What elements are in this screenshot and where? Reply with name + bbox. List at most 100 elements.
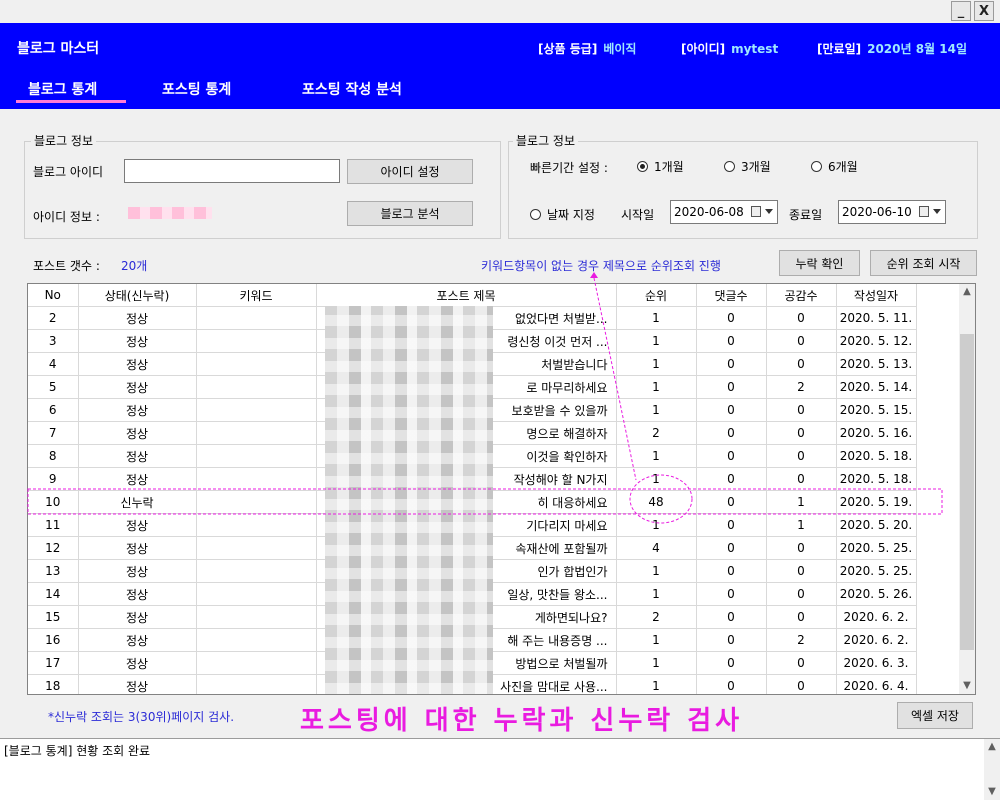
table-row[interactable]: 15 정상 게하면되나요? 2 0 0 2020. 6. 2.: [28, 605, 917, 629]
scroll-thumb[interactable]: [960, 334, 974, 650]
table-row[interactable]: 4 정상 처벌받습니다 1 0 0 2020. 5. 13.: [28, 352, 917, 376]
table-row[interactable]: 18 정상 사진을 맘대로 사용... 1 0 0 2020. 6. 4.: [28, 674, 917, 694]
user-id-value: mytest: [731, 42, 779, 56]
tab-posting-analysis[interactable]: 포스팅 작성 분석: [302, 79, 402, 99]
cell-status: 정상: [78, 329, 197, 353]
table-row[interactable]: 5 정상 로 마무리하세요 1 0 2 2020. 5. 14.: [28, 375, 917, 399]
cell-likes: 0: [766, 559, 837, 583]
log-scrollbar[interactable]: ▲ ▼: [984, 739, 1000, 800]
radio-date-range[interactable]: 날짜 지정: [530, 206, 595, 223]
table-row[interactable]: 14 정상 일상, 맛찬들 왕소... 1 0 0 2020. 5. 26.: [28, 582, 917, 606]
cell-title: 일상, 맛찬들 왕소...: [316, 582, 617, 606]
cell-date: 2020. 5. 16.: [836, 421, 917, 445]
period-group: [508, 141, 978, 239]
app-title: 블로그 마스터: [17, 41, 100, 57]
cell-comments: 0: [696, 444, 767, 468]
log-text: [블로그 통계] 현황 조회 완료: [4, 744, 151, 758]
table-row[interactable]: 9 정상 작성해야 할 N가지 1 0 0 2020. 5. 18.: [28, 467, 917, 491]
cell-no: 9: [28, 467, 79, 491]
log-box[interactable]: [블로그 통계] 현황 조회 완료 ▲ ▼: [0, 738, 1000, 800]
cell-likes: 0: [766, 651, 837, 675]
column-header[interactable]: No: [28, 284, 79, 307]
scroll-down-icon[interactable]: ▼: [984, 784, 1000, 800]
table-row[interactable]: 6 정상 보호받을 수 있을까 1 0 0 2020. 5. 15.: [28, 398, 917, 422]
column-header[interactable]: 작성일자: [836, 284, 917, 307]
cell-no: 12: [28, 536, 79, 560]
cell-keyword: [196, 444, 317, 468]
cell-keyword: [196, 421, 317, 445]
cell-status: 정상: [78, 352, 197, 376]
end-date-picker[interactable]: 2020-06-10: [838, 200, 946, 224]
analyze-blog-button[interactable]: 블로그 분석: [347, 201, 473, 226]
posts-table[interactable]: No 상태(신누락) 키워드 포스트 제목 순위 댓글수 공감수 작성일자 2 정상 없었다면 처…: [27, 283, 976, 695]
set-id-button[interactable]: 아이디 설정: [347, 159, 473, 184]
start-date-picker[interactable]: 2020-06-08: [670, 200, 778, 224]
cell-no: 11: [28, 513, 79, 537]
blog-id-input[interactable]: [124, 159, 340, 183]
table-row[interactable]: 11 정상 기다리지 마세요 1 0 1 2020. 5. 20.: [28, 513, 917, 537]
posts-table-grid: No 상태(신누락) 키워드 포스트 제목 순위 댓글수 공감수 작성일자 2 정상 없었다면 처…: [28, 284, 917, 694]
column-header[interactable]: 키워드: [196, 284, 317, 307]
cell-rank: 1: [616, 398, 697, 422]
cell-keyword: [196, 559, 317, 583]
tab-blog-stats[interactable]: 블로그 통계: [28, 79, 97, 99]
period-group-title: 블로그 정보: [513, 132, 579, 149]
active-tab-indicator: [16, 100, 126, 103]
tab-posting-stats[interactable]: 포스팅 통계: [162, 79, 231, 99]
table-row[interactable]: 7 정상 명으로 해결하자 2 0 0 2020. 5. 16.: [28, 421, 917, 445]
column-header[interactable]: 상태(신누락): [78, 284, 197, 307]
cell-comments: 0: [696, 628, 767, 652]
expire-date-label: [만료일]: [817, 42, 862, 56]
table-row[interactable]: 17 정상 방법으로 처벌될까 1 0 0 2020. 6. 3.: [28, 651, 917, 675]
cell-keyword: [196, 651, 317, 675]
table-row[interactable]: 12 정상 속재산에 포함될까 4 0 0 2020. 5. 25.: [28, 536, 917, 560]
product-grade-value: 베이직: [603, 42, 637, 56]
scroll-up-icon[interactable]: ▲: [984, 739, 1000, 755]
post-count-label: 포스트 갯수 :: [33, 259, 100, 273]
excel-save-button[interactable]: 엑셀 저장: [897, 702, 973, 729]
close-button[interactable]: X: [974, 1, 994, 21]
start-rank-button[interactable]: 순위 조회 시작: [870, 250, 977, 276]
cell-status: 정상: [78, 306, 197, 330]
cell-date: 2020. 5. 18.: [836, 444, 917, 468]
cell-title: 속재산에 포함될까: [316, 536, 617, 560]
cell-no: 5: [28, 375, 79, 399]
cell-no: 7: [28, 421, 79, 445]
column-header[interactable]: 댓글수: [696, 284, 767, 307]
cell-comments: 0: [696, 375, 767, 399]
table-scrollbar[interactable]: ▲ ▼: [959, 284, 975, 694]
cell-date: 2020. 5. 25.: [836, 536, 917, 560]
table-row[interactable]: 2 정상 없었다면 처벌받... 1 0 0 2020. 5. 11.: [28, 306, 917, 330]
table-row[interactable]: 16 정상 해 주는 내용증명 ... 1 0 2 2020. 6. 2.: [28, 628, 917, 652]
cell-likes: 2: [766, 375, 837, 399]
table-row[interactable]: 10 신누락 히 대응하세요 48 0 1 2020. 5. 19.: [28, 490, 917, 514]
minimize-button[interactable]: _: [951, 1, 971, 21]
cell-rank: 1: [616, 375, 697, 399]
scroll-up-icon[interactable]: ▲: [959, 284, 975, 300]
cell-comments: 0: [696, 306, 767, 330]
cell-status: 정상: [78, 536, 197, 560]
cell-comments: 0: [696, 467, 767, 491]
scroll-down-icon[interactable]: ▼: [959, 678, 975, 694]
check-missing-button[interactable]: 누락 확인: [779, 250, 860, 276]
radio-6month[interactable]: 6개월: [811, 158, 858, 175]
radio-1month-icon: [637, 161, 648, 172]
cell-rank: 2: [616, 605, 697, 629]
cell-likes: 0: [766, 467, 837, 491]
cell-likes: 0: [766, 306, 837, 330]
column-header[interactable]: 순위: [616, 284, 697, 307]
table-row[interactable]: 13 정상 인가 합법인가 1 0 0 2020. 5. 25.: [28, 559, 917, 583]
radio-6month-icon: [811, 161, 822, 172]
table-row[interactable]: 3 정상 령신청 이것 먼저 ... 1 0 0 2020. 5. 12.: [28, 329, 917, 353]
cell-keyword: [196, 628, 317, 652]
cell-title: 작성해야 할 N가지: [316, 467, 617, 491]
footer-note: *신누락 조회는 3(30위)페이지 검사.: [48, 710, 235, 724]
column-header[interactable]: 포스트 제목: [316, 284, 617, 307]
radio-1month[interactable]: 1개월: [637, 158, 684, 175]
cell-title: 히 대응하세요: [316, 490, 617, 514]
cell-rank: 48: [616, 490, 697, 514]
table-row[interactable]: 8 정상 이것을 확인하자 1 0 0 2020. 5. 18.: [28, 444, 917, 468]
expire-date-value: 2020년 8월 14일: [867, 42, 968, 56]
radio-3month[interactable]: 3개월: [724, 158, 771, 175]
column-header[interactable]: 공감수: [766, 284, 837, 307]
